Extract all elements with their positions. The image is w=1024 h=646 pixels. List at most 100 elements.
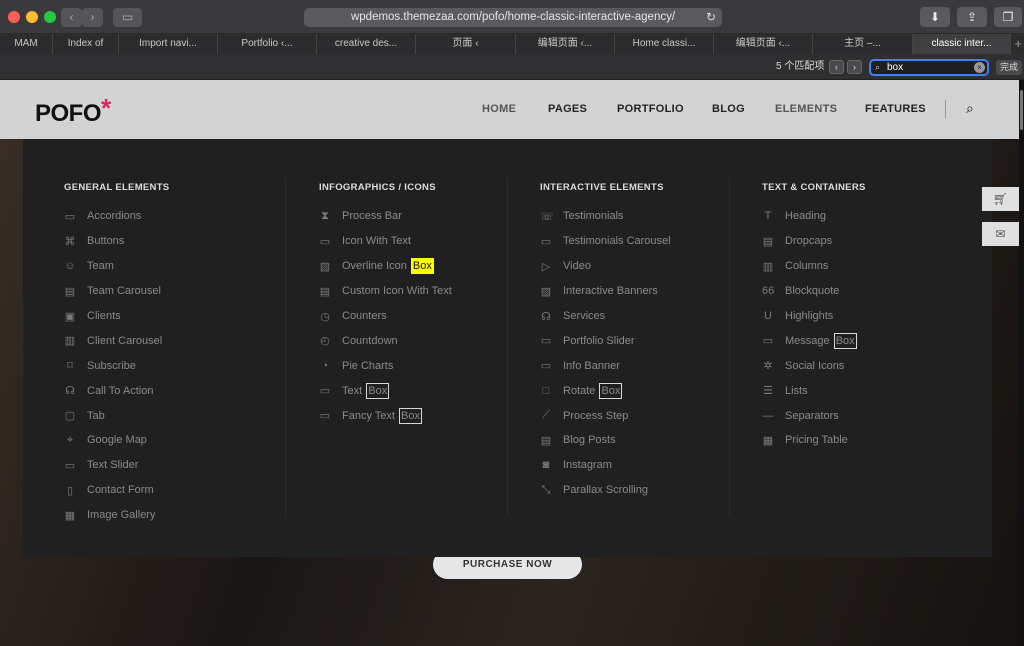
menu-item[interactable]: ☺ Team — [64, 254, 169, 279]
menu-item[interactable]: T Heading — [762, 204, 866, 229]
menu-item[interactable]: ▭ Icon With Text — [319, 229, 452, 254]
menu-item-label: Pie Charts — [342, 359, 394, 372]
dropcap-icon: ▤ — [762, 235, 774, 248]
menu-item[interactable]: ▯ Contact Form — [64, 478, 169, 503]
menu-item[interactable]: ⌖ Google Map — [64, 428, 169, 453]
menu-item-label: Services — [563, 310, 606, 322]
site-logo[interactable]: POFO* — [35, 93, 111, 128]
menu-item[interactable]: ⌑ Subscribe — [64, 353, 169, 378]
browser-tab[interactable]: Index of — [53, 34, 119, 54]
menu-item[interactable]: ◙ Instagram — [540, 453, 671, 478]
menu-item-label: Lists — [785, 384, 808, 397]
downloads-button[interactable]: ⬇ — [920, 7, 950, 27]
menu-item[interactable]: □ Rotate Box — [540, 378, 671, 403]
nav-home[interactable]: HOME — [482, 103, 516, 115]
browser-tab[interactable]: 编辑页面 ‹... — [516, 34, 615, 54]
nav-portfolio[interactable]: PORTFOLIO — [617, 103, 684, 115]
menu-item[interactable]: ◔ Pie Charts — [319, 353, 452, 378]
menu-item[interactable]: ☊ Call To Action — [64, 378, 169, 403]
menu-item[interactable]: ▭ Fancy Text Box — [319, 403, 452, 428]
menu-item[interactable]: ▦ Pricing Table — [762, 428, 866, 453]
menu-item[interactable]: ▤ Blog Posts — [540, 428, 671, 453]
menu-item[interactable]: ▤ Team Carousel — [64, 279, 169, 304]
browser-tab[interactable]: creative des... — [317, 34, 416, 54]
menu-item[interactable]: ◷ Counters — [319, 304, 452, 329]
menu-item-label: Client Carousel — [87, 334, 163, 347]
find-input[interactable]: ⌕ box × — [869, 59, 989, 76]
menu-item[interactable]: ▭ Text Slider — [64, 453, 169, 478]
reload-icon[interactable]: ↻ — [706, 8, 716, 27]
menu-item[interactable]: ▭ Info Banner — [540, 353, 671, 378]
square-icon: □ — [542, 384, 550, 397]
forward-button[interactable]: › — [82, 8, 103, 27]
menu-item[interactable]: ▢ Tab — [64, 403, 169, 428]
browser-tab[interactable]: MAM — [0, 34, 53, 54]
nav-divider — [945, 100, 946, 118]
menu-item[interactable]: ▭ Message Box — [762, 328, 866, 353]
menu-item[interactable]: ☊ Services — [540, 304, 671, 329]
menu-item[interactable]: — Separators — [762, 403, 866, 428]
browser-tab[interactable]: Portfolio ‹... — [218, 34, 317, 54]
find-next-button[interactable]: › — [847, 60, 862, 74]
menu-item[interactable]: ◴ Countdown — [319, 328, 452, 353]
menu-item-label: Testimonials — [563, 210, 624, 223]
menu-item[interactable]: ▭ Accordions — [64, 204, 169, 229]
menu-item[interactable]: ▭ Portfolio Slider — [540, 328, 671, 353]
back-button[interactable]: ‹ — [61, 8, 82, 27]
menu-item[interactable]: ▤ Dropcaps — [762, 229, 866, 254]
nav-blog[interactable]: BLOG — [712, 103, 745, 115]
maximize-window-button[interactable] — [44, 11, 56, 23]
browser-tab[interactable]: Import navi... — [119, 34, 218, 54]
menu-item[interactable]: ⟋ Process Step — [540, 403, 671, 428]
menu-item[interactable]: ▤ Custom Icon With Text — [319, 279, 452, 304]
menu-item-label: Contact Form — [87, 484, 154, 497]
scrollbar[interactable] — [1019, 80, 1024, 646]
sidebar-toggle-button[interactable]: ▭ — [113, 8, 142, 27]
browser-tab[interactable]: 主页 –... — [813, 34, 913, 54]
page-viewport: POFO* HOME PAGES PORTFOLIO BLOG ELEMENTS… — [0, 80, 1024, 646]
browser-tab[interactable]: classic inter... — [913, 34, 1011, 54]
menu-item[interactable]: ☏ Testimonials — [540, 204, 671, 229]
menu-item[interactable]: ☰ Lists — [762, 378, 866, 403]
new-tab-button[interactable]: + — [1014, 34, 1022, 54]
search-icon[interactable]: ⌕ — [966, 100, 974, 117]
tab-overview-button[interactable]: ❐ — [994, 7, 1022, 27]
share-button[interactable]: ⇪ — [957, 7, 987, 27]
menu-item-label: Custom Icon With Text — [342, 285, 452, 298]
separator-icon: — — [762, 409, 774, 422]
menu-item[interactable]: U Highlights — [762, 304, 866, 329]
menu-item[interactable]: ▨ Overline Icon Box — [319, 254, 452, 279]
nav-features[interactable]: FEATURES — [865, 103, 926, 115]
close-window-button[interactable] — [8, 11, 20, 23]
menu-item[interactable]: ▦ Image Gallery — [64, 503, 169, 528]
clear-icon[interactable]: × — [974, 62, 985, 73]
menu-item[interactable]: ⌘ Buttons — [64, 229, 169, 254]
nav-elements[interactable]: ELEMENTS — [775, 103, 837, 115]
browser-tab[interactable]: 编辑页面 ‹... — [714, 34, 813, 54]
menu-item[interactable]: ▷ Video — [540, 254, 671, 279]
cart-button[interactable]: 🛒︎ — [982, 187, 1019, 211]
nav-pages[interactable]: PAGES — [548, 103, 587, 115]
find-previous-button[interactable]: ‹ — [829, 60, 844, 74]
menu-item[interactable]: ▨ Interactive Banners — [540, 279, 671, 304]
mail-button[interactable]: ✉ — [982, 222, 1019, 246]
menu-item[interactable]: ⧗ Process Bar — [319, 204, 452, 229]
browser-tab[interactable]: Home classi... — [615, 34, 714, 54]
menu-item[interactable]: ▥ Columns — [762, 254, 866, 279]
address-bar[interactable]: wpdemos.themezaa.com/pofo/home-classic-i… — [304, 8, 722, 27]
share-icon: ⇪ — [966, 10, 978, 24]
menu-item-label: Subscribe — [87, 359, 136, 372]
find-match-count: 5 个匹配项 — [776, 61, 825, 72]
minimize-window-button[interactable] — [26, 11, 38, 23]
menu-item[interactable]: ▥ Client Carousel — [64, 328, 169, 353]
find-match-highlight: Box — [399, 407, 423, 424]
menu-item[interactable]: ▭ Text Box — [319, 378, 452, 403]
menu-item[interactable]: ⤡ Parallax Scrolling — [540, 478, 671, 503]
menu-item[interactable]: 66 Blockquote — [762, 279, 866, 304]
menu-item[interactable]: ✲ Social Icons — [762, 353, 866, 378]
menu-item[interactable]: ▣ Clients — [64, 304, 169, 329]
scrollbar-thumb[interactable] — [1020, 90, 1023, 130]
find-done-button[interactable]: 完成 — [996, 60, 1022, 75]
menu-item[interactable]: ▭ Testimonials Carousel — [540, 229, 671, 254]
browser-tab[interactable]: 页面 ‹ — [416, 34, 516, 54]
